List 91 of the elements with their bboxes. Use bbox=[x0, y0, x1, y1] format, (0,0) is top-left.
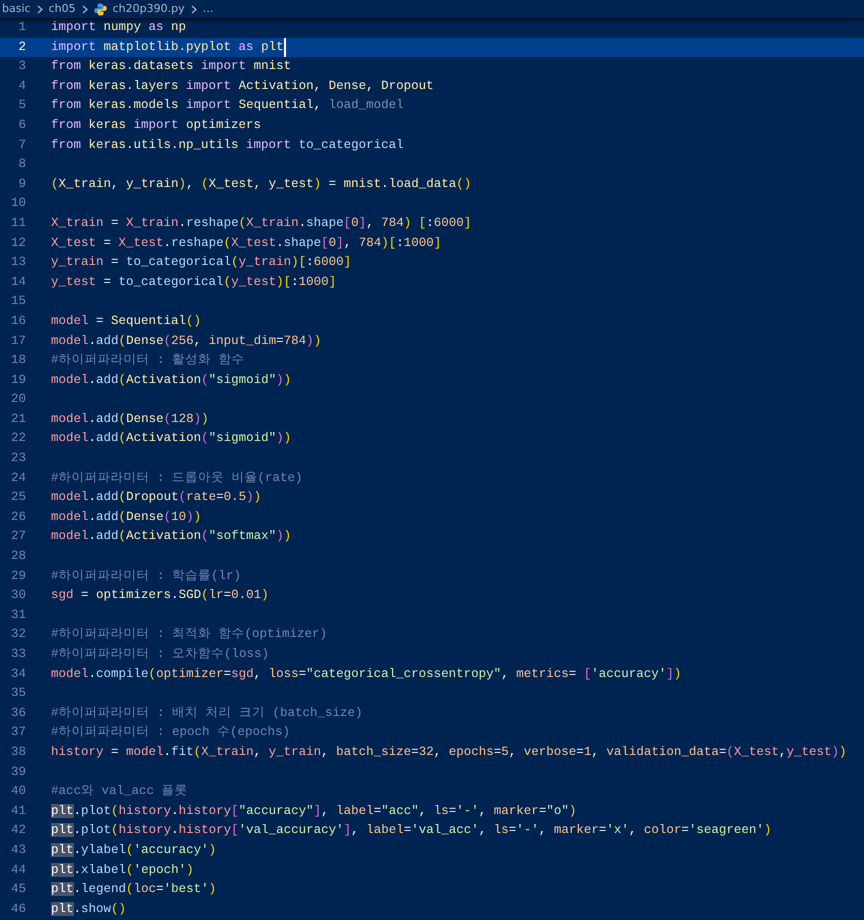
line-number: 44 bbox=[10, 862, 26, 879]
line-number: 26 bbox=[10, 508, 26, 526]
code-line: #하이퍼파라미터 : 학습률(lr) bbox=[51, 568, 242, 585]
chevron-icon bbox=[36, 4, 43, 14]
code-line: sgd = optimizers.SGD(lr=0.01) bbox=[51, 587, 269, 604]
line-number: 8 bbox=[17, 156, 26, 174]
line-number: 11 bbox=[10, 214, 26, 232]
chevron-icon bbox=[82, 4, 88, 14]
code-line: X_train = X_train.reshape(X_train.shape[0], 784) [:6000] bbox=[51, 214, 472, 232]
line-number: 40 bbox=[10, 783, 26, 800]
line-number: 23 bbox=[10, 450, 26, 468]
code-line: model.add(Dense(10)) bbox=[51, 508, 202, 526]
line-number: 45 bbox=[10, 881, 26, 898]
file-icon bbox=[94, 2, 107, 16]
line-number: 30 bbox=[10, 587, 26, 604]
line-number: 42 bbox=[10, 822, 26, 840]
chevron-icon bbox=[190, 4, 197, 14]
code-line: model.add(Activation("softmax")) bbox=[51, 528, 292, 546]
line-number: 12 bbox=[10, 234, 26, 252]
line-number: 18 bbox=[10, 352, 26, 370]
code-line: #하이퍼파라미터 : 드롭아웃 비율(rate) bbox=[51, 470, 303, 487]
code-line: #하이퍼파라미터 : epoch 수(epochs) bbox=[51, 724, 290, 742]
breadcrumb-item[interactable]: ch20p390.py bbox=[112, 0, 185, 18]
line-number: 10 bbox=[10, 195, 26, 212]
line-number: 36 bbox=[10, 704, 26, 722]
breadcrumb-item[interactable]: basic bbox=[2, 0, 31, 18]
code-line: plt.plot(history.history["accuracy"], label="acc", ls='-', marker="o") bbox=[51, 802, 576, 820]
line-number: 39 bbox=[10, 764, 26, 781]
code-line: #하이퍼파라미터 : 활성화 함수 bbox=[51, 352, 245, 370]
code-line: #하이퍼파라미터 : 배치 처리 크기 (batch_size) bbox=[51, 704, 363, 722]
line-number: 32 bbox=[10, 626, 26, 644]
line-number: 29 bbox=[10, 568, 26, 585]
code-line: plt.show() bbox=[51, 900, 126, 918]
line-number: 21 bbox=[10, 410, 26, 428]
code-line: from keras.datasets import mnist bbox=[51, 58, 292, 76]
code-line: #acc와 val_acc 플롯 bbox=[51, 783, 188, 800]
more-breadcrumb[interactable]: … bbox=[202, 0, 214, 18]
line-number: 17 bbox=[10, 332, 26, 350]
code-line: model.add(Activation("sigmoid")) bbox=[51, 430, 292, 448]
line-number: 41 bbox=[10, 802, 26, 820]
line-number: 15 bbox=[10, 293, 26, 310]
line-number: 14 bbox=[10, 274, 26, 291]
line-number: 25 bbox=[10, 489, 26, 506]
line-number: 24 bbox=[10, 470, 26, 487]
line-number: 7 bbox=[17, 136, 26, 154]
code-line: model.compile(optimizer=sgd, loss="categorical_crossentropy", metrics= ['accuracy']) bbox=[51, 666, 682, 683]
line-number: 27 bbox=[10, 528, 26, 546]
code-line: (X_train, y_train), (X_test, y_test) = mnist.load_data() bbox=[51, 176, 472, 193]
code-line: plt.ylabel('accuracy') bbox=[51, 842, 216, 859]
code-line: model.add(Dense(128)) bbox=[51, 410, 209, 428]
code-line: from keras.layers import Activation, Dense, Dropout bbox=[51, 78, 434, 95]
line-number: 33 bbox=[10, 646, 26, 663]
code-line: from keras.models import Sequential, load_model bbox=[51, 97, 404, 114]
line-number: 35 bbox=[10, 685, 26, 702]
line-number: 9 bbox=[17, 176, 26, 193]
code-line: #하이퍼파라미터 : 오차함수(loss) bbox=[51, 646, 270, 663]
code-line: y_test = to_categorical(y_test)[:1000] bbox=[51, 274, 336, 291]
code-line: history = model.fit(X_train, y_train, batch_size=32, epochs=5, verbose=1, validation_data=(X_test,y_test)) bbox=[51, 744, 846, 761]
line-number: 46 bbox=[10, 900, 26, 918]
breadcrumb-item[interactable]: ch05 bbox=[48, 0, 76, 18]
line-number: 4 bbox=[17, 78, 26, 95]
code-line: model.add(Activation("sigmoid")) bbox=[51, 372, 292, 389]
line-number: 38 bbox=[10, 744, 26, 761]
line-number: 34 bbox=[10, 666, 26, 683]
code-line: from keras.utils.np_utils import to_categorical bbox=[51, 136, 404, 154]
line-number: 28 bbox=[10, 548, 26, 566]
line-number: 37 bbox=[10, 724, 26, 742]
code-line: import numpy as np bbox=[51, 19, 186, 36]
code-line: model.add(Dropout(rate=0.5)) bbox=[51, 489, 262, 506]
code-line: #하이퍼파라미터 : 최적화 함수(optimizer) bbox=[51, 626, 328, 644]
line-number: 19 bbox=[10, 372, 26, 389]
line-number: 2 bbox=[17, 38, 26, 56]
code-line: from keras import optimizers bbox=[51, 116, 262, 134]
line-number: 31 bbox=[10, 606, 26, 624]
line-number: 1 bbox=[17, 19, 26, 36]
code-line: model = Sequential() bbox=[51, 312, 202, 330]
code-line: plt.legend(loc='best') bbox=[51, 881, 216, 898]
code-line: X_test = X_test.reshape(X_test.shape[0], 784)[:1000] bbox=[51, 234, 442, 252]
line-number: 3 bbox=[17, 58, 26, 76]
line-number: 6 bbox=[17, 116, 26, 134]
code-line: model.add(Dense(256, input_dim=784)) bbox=[51, 332, 322, 350]
line-number: 20 bbox=[10, 391, 26, 408]
code-line: plt.xlabel('epoch') bbox=[51, 862, 194, 879]
line-number: 16 bbox=[10, 312, 26, 330]
line-number: 5 bbox=[17, 97, 26, 114]
line-number: 43 bbox=[10, 842, 26, 859]
code-line: plt.plot(history.history['val_accuracy'], label='val_acc', ls='-', marker='x', color='seagreen') bbox=[51, 822, 772, 840]
code-line: import matplotlib.pyplot as plt bbox=[51, 38, 286, 58]
code-line: y_train = to_categorical(y_train)[:6000] bbox=[51, 254, 352, 272]
line-number: 13 bbox=[10, 254, 26, 272]
line-number: 22 bbox=[10, 430, 26, 448]
